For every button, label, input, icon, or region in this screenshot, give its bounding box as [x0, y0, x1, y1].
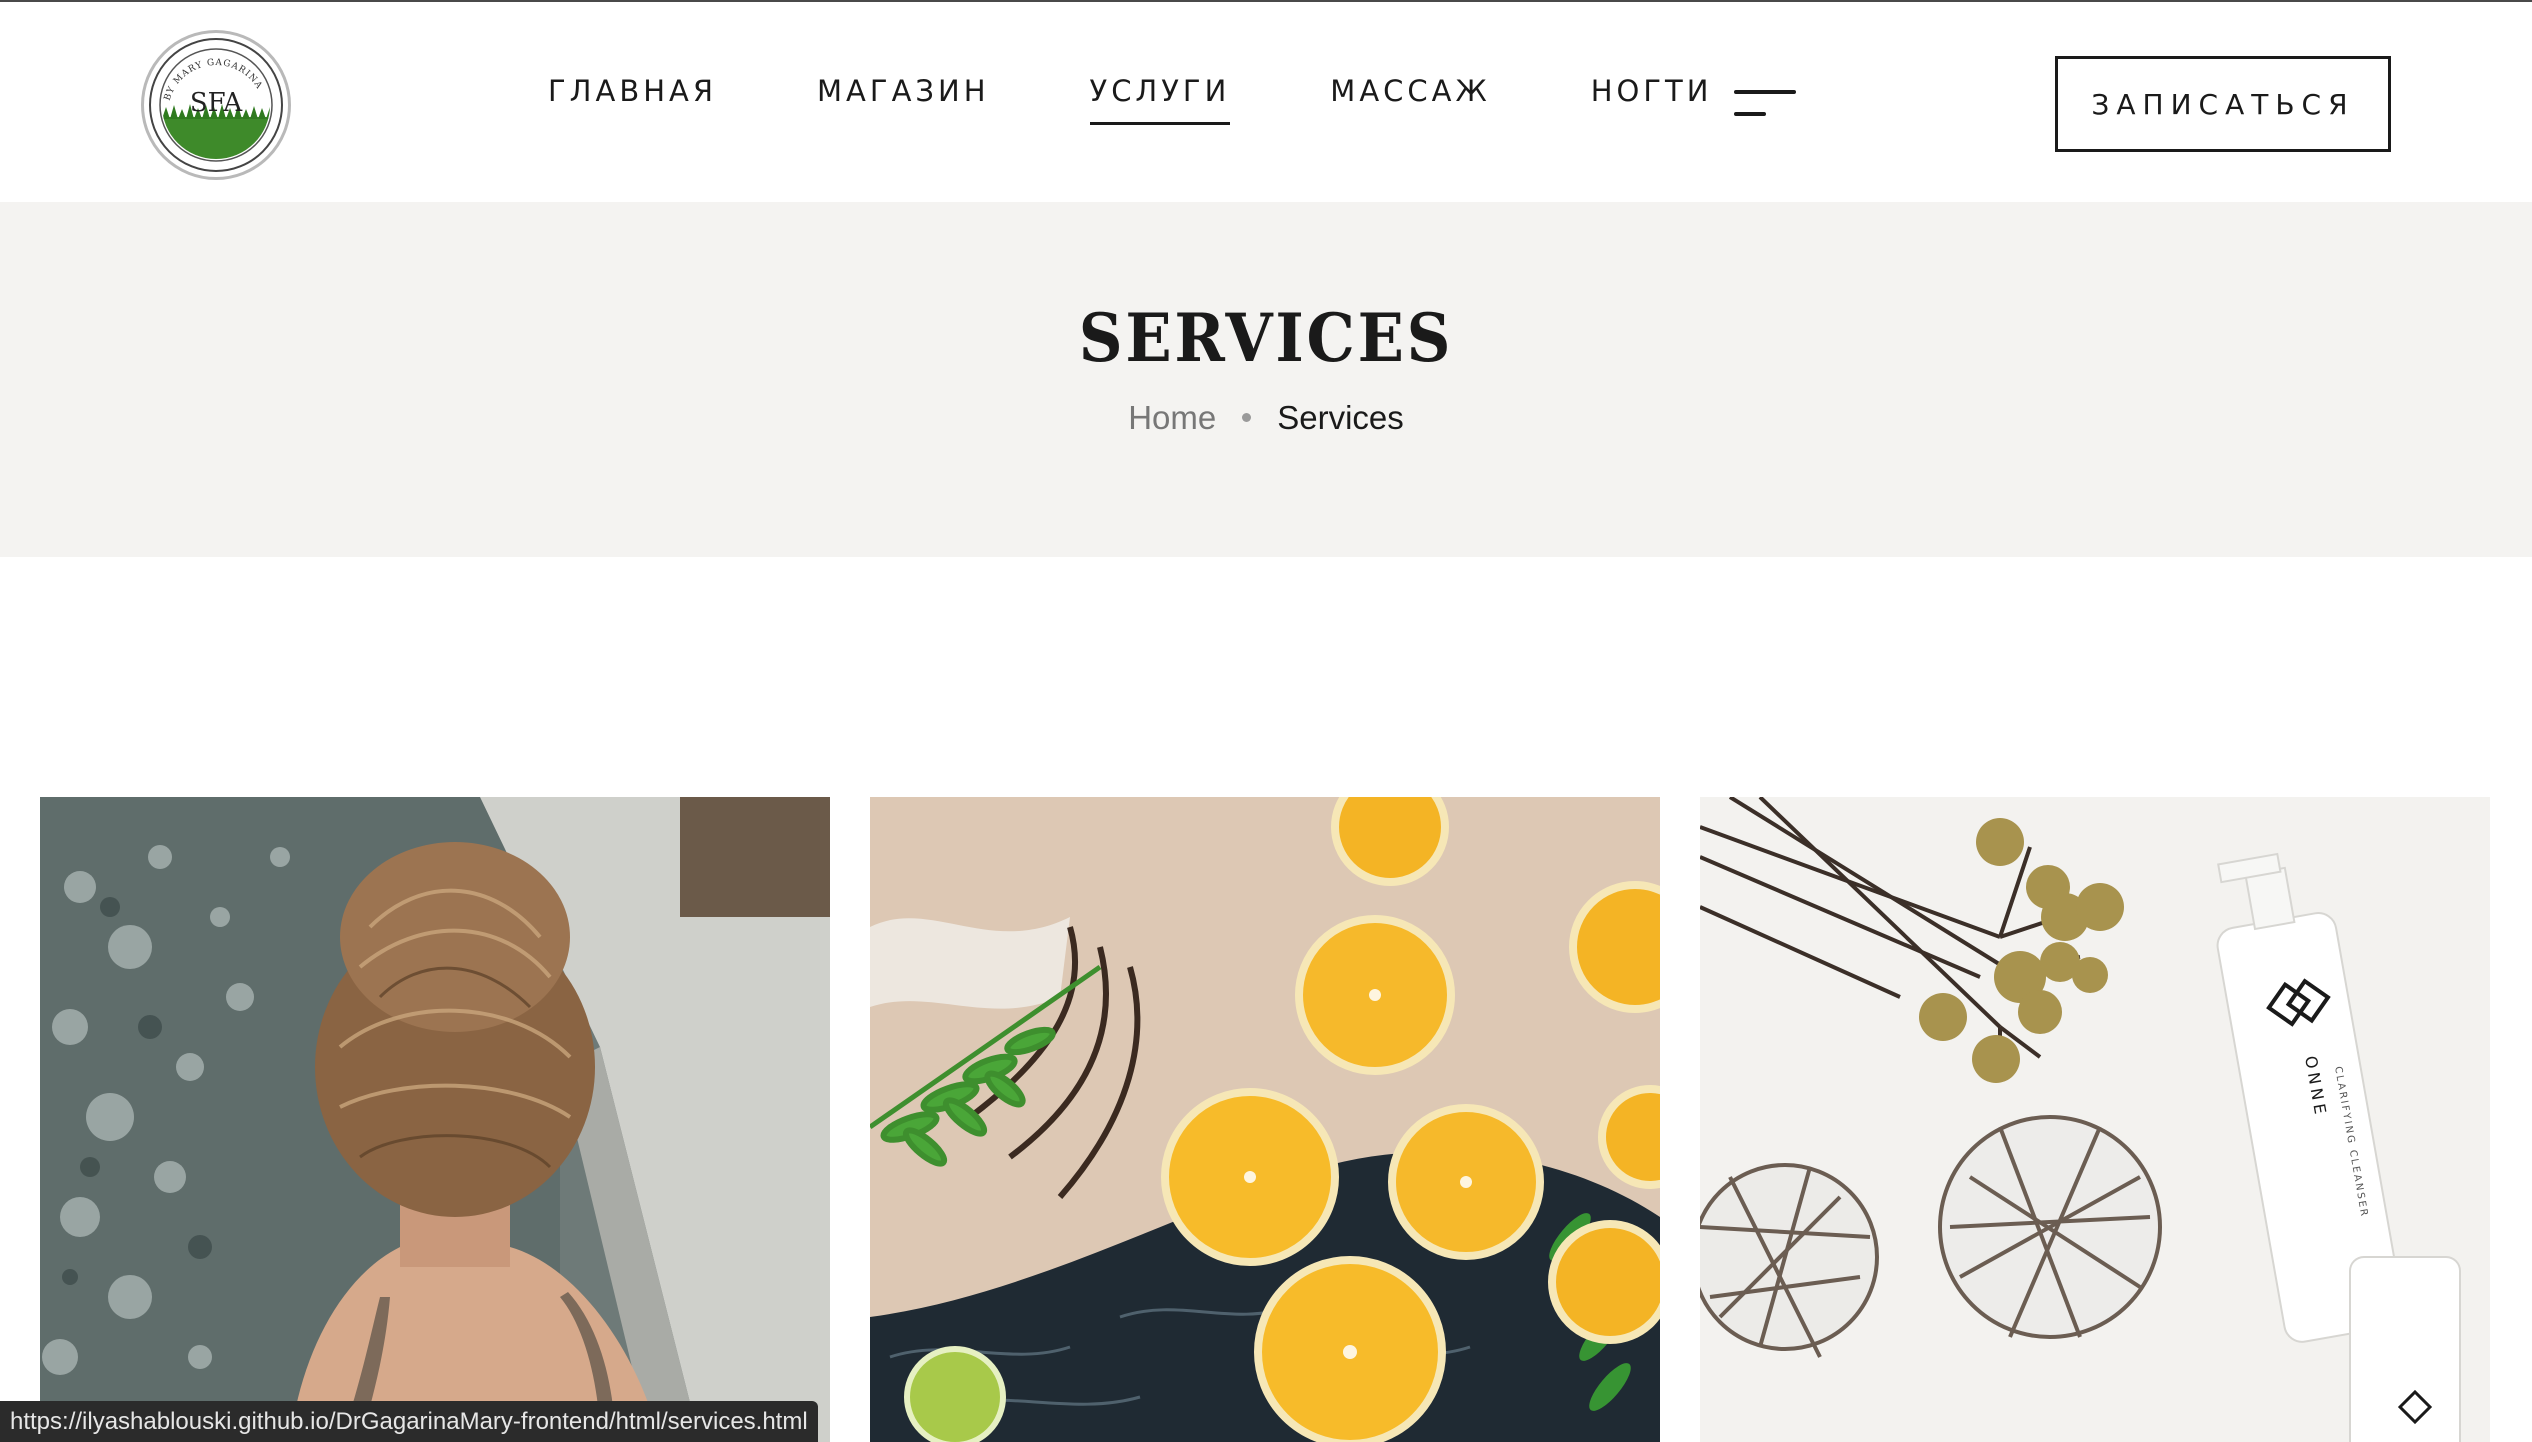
onne-cleanser-still-life-photo: ONNE CLARIFYING CLEANSER — [1700, 797, 2490, 1442]
menu-line — [1734, 112, 1766, 116]
hamburger-menu-icon[interactable] — [1734, 90, 1796, 118]
nav-item-shop[interactable]: МАГАЗИН — [817, 74, 989, 122]
book-appointment-button[interactable]: ЗАПИСАТЬСЯ — [2055, 56, 2391, 152]
menu-line — [1734, 90, 1796, 94]
status-url-bar: https://ilyashablouski.github.io/DrGagar… — [0, 1401, 818, 1442]
logo-text: SFA — [190, 88, 244, 118]
site-header: BY MARY GAGARINA SFA ГЛАВНАЯ МАГАЗИН УСЛ… — [0, 0, 2532, 202]
breadcrumb: Home Services — [0, 396, 2532, 440]
nav-item-home[interactable]: ГЛАВНАЯ — [548, 74, 717, 122]
grass-seal-logo-icon: BY MARY GAGARINA SFA — [149, 38, 283, 172]
service-card[interactable] — [40, 797, 830, 1442]
nav-item-nails[interactable]: НОГТИ — [1591, 74, 1713, 122]
woman-in-hot-tub-photo — [40, 797, 830, 1442]
logo[interactable]: BY MARY GAGARINA SFA — [141, 30, 291, 180]
page-title: SERVICES — [1078, 299, 1454, 377]
breadcrumb-home-link[interactable]: Home — [1128, 399, 1216, 436]
service-card[interactable]: ONNE CLARIFYING CLEANSER — [1700, 797, 2490, 1442]
nav-item-massage[interactable]: МАССАЖ — [1330, 74, 1490, 122]
service-card[interactable] — [870, 797, 1660, 1442]
breadcrumb-current: Services — [1277, 399, 1404, 436]
nav-item-services[interactable]: УСЛУГИ — [1089, 74, 1231, 125]
breadcrumb-separator-icon — [1242, 412, 1252, 422]
main-nav: ГЛАВНАЯ МАГАЗИН УСЛУГИ МАССАЖ НОГТИ — [548, 74, 1812, 134]
page-title-band — [0, 202, 2532, 557]
orange-slices-bath-photo — [870, 797, 1660, 1442]
